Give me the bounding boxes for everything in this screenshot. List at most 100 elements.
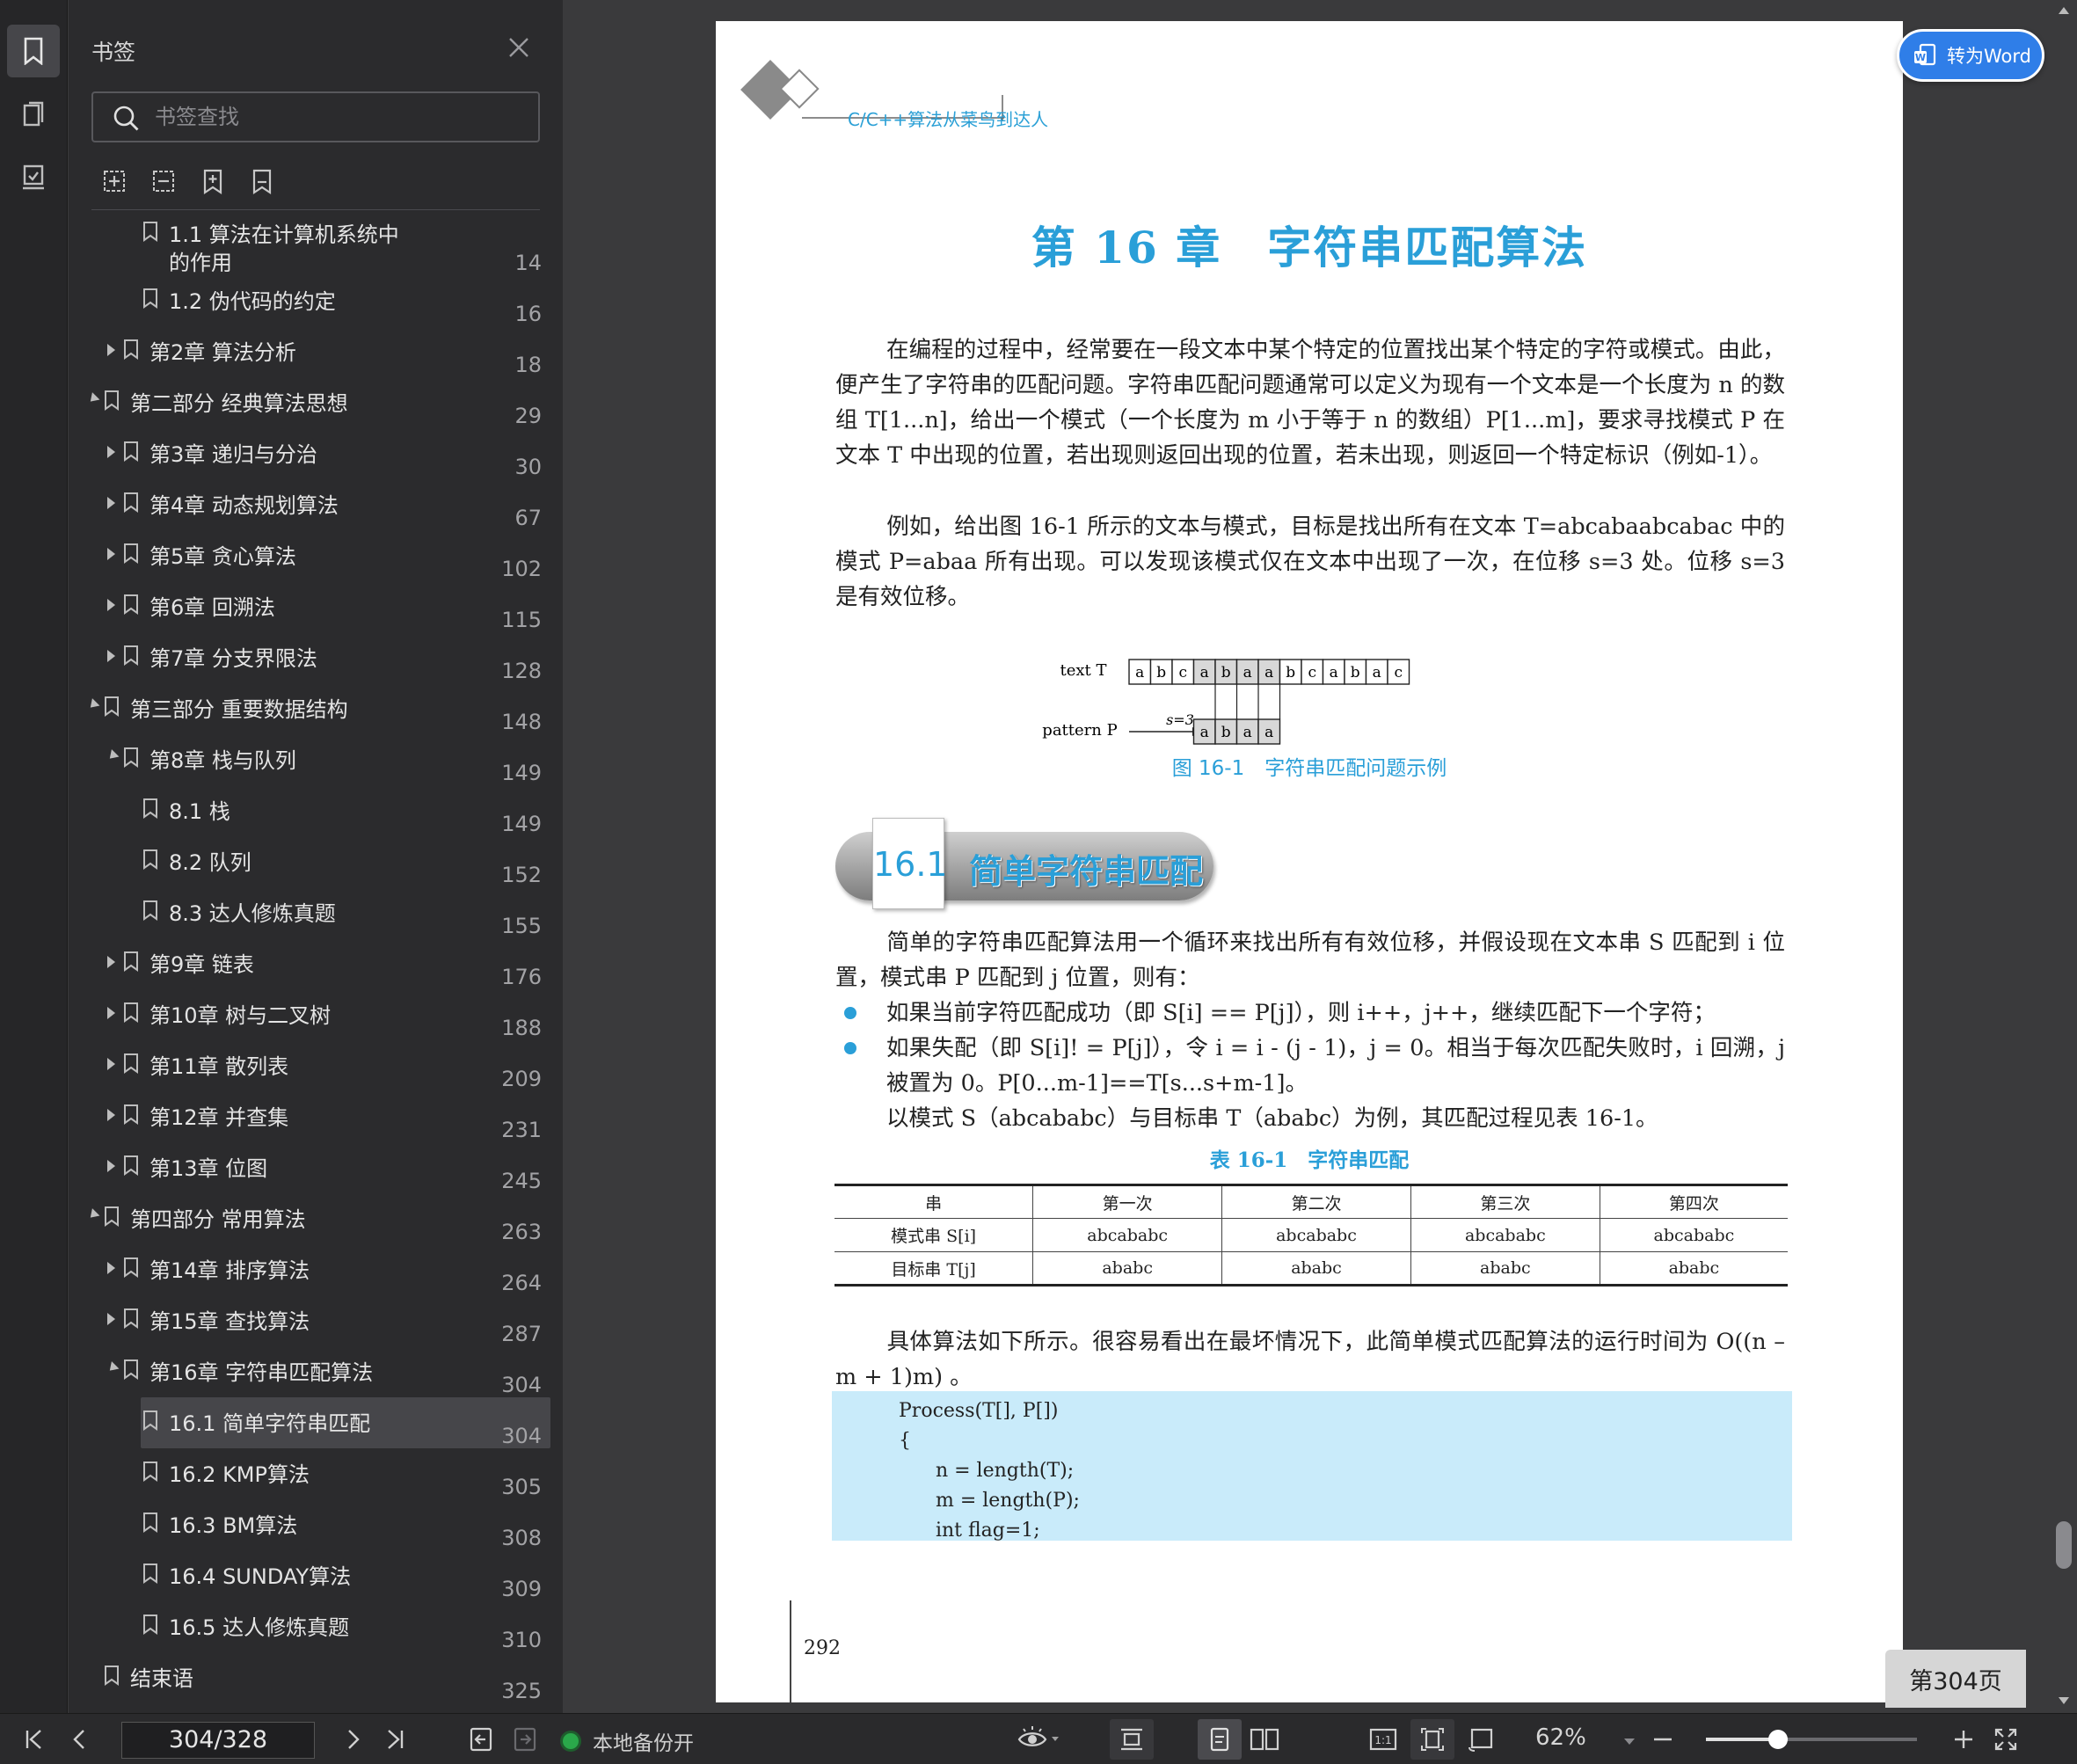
bookmark-item[interactable]: 1.1 算法在计算机系统中 的作用 14: [86, 221, 542, 275]
expand-arrow-icon[interactable]: [107, 548, 115, 560]
local-backup-toggle[interactable]: 本地备份开: [563, 1726, 694, 1756]
bookmark-icon: [104, 696, 120, 720]
bookmark-label: 第15章 查找算法: [149, 1309, 310, 1334]
bookmark-item[interactable]: 第8章 栈与队列 149: [86, 734, 542, 785]
bookmark-item[interactable]: 8.3 达人修炼真题 155: [86, 887, 542, 938]
collapse-arrow-icon[interactable]: [106, 1361, 120, 1374]
bookmark-item[interactable]: 第9章 链表 176: [86, 938, 542, 989]
zoom-in-icon[interactable]: [1952, 1728, 1975, 1754]
expand-arrow-icon[interactable]: [107, 1007, 115, 1019]
table-cell: ababc: [1032, 1251, 1222, 1286]
expand-arrow-icon[interactable]: [107, 1058, 115, 1070]
previous-page-icon[interactable]: [69, 1726, 91, 1756]
bookmark-icon: [142, 849, 158, 873]
bookmark-search-box[interactable]: [91, 91, 540, 142]
scrollbar-thumb[interactable]: [2056, 1521, 2072, 1569]
bookmark-label: 第四部分 常用算法: [130, 1207, 306, 1232]
expand-arrow-icon[interactable]: [107, 1313, 115, 1325]
bookmark-item[interactable]: 16.2 KMP算法 305: [86, 1448, 542, 1499]
bookmark-item[interactable]: 第5章 贪心算法 102: [86, 530, 542, 581]
collapse-arrow-icon[interactable]: [86, 1208, 100, 1221]
annotation-panel-icon[interactable]: [7, 151, 60, 204]
expand-arrow-icon[interactable]: [107, 956, 115, 968]
bookmark-icon: [142, 1614, 158, 1638]
actual-size-icon[interactable]: 1:1: [1368, 1726, 1398, 1756]
bookmark-page-number: 263: [501, 1220, 542, 1244]
bookmark-item[interactable]: 第11章 散列表 209: [86, 1040, 542, 1091]
bookmark-item[interactable]: 第15章 查找算法 287: [86, 1295, 542, 1346]
first-page-icon[interactable]: [23, 1726, 46, 1756]
zoom-slider[interactable]: [1706, 1730, 1917, 1749]
collapse-arrow-icon[interactable]: [86, 392, 100, 405]
document-scrollbar[interactable]: [2054, 0, 2077, 1713]
expand-all-icon[interactable]: [100, 167, 135, 202]
bookmark-item[interactable]: 16.1 简单字符串匹配 304: [86, 1397, 550, 1448]
zoom-slider-handle[interactable]: [1767, 1730, 1788, 1749]
bookmark-item[interactable]: 第2章 算法分析 18: [86, 326, 542, 377]
figure-text-label: text T: [1060, 661, 1107, 680]
collapse-arrow-icon[interactable]: [86, 698, 100, 711]
close-icon[interactable]: [505, 33, 533, 62]
bookmark-item[interactable]: 第四部分 常用算法 263: [86, 1193, 542, 1244]
fullscreen-icon[interactable]: [1993, 1726, 2019, 1756]
bookmark-item[interactable]: 第三部分 重要数据结构 148: [86, 683, 542, 734]
zoom-level[interactable]: 62%: [1535, 1724, 1586, 1751]
fit-page-button[interactable]: [1410, 1719, 1454, 1760]
expand-arrow-icon[interactable]: [107, 650, 115, 662]
match-connectors: [1214, 684, 1281, 719]
bookmark-item[interactable]: 第3章 递归与分治 30: [86, 428, 542, 479]
continuous-scroll-button[interactable]: [1110, 1719, 1154, 1760]
bookmark-item[interactable]: 16.4 SUNDAY算法 309: [86, 1550, 542, 1601]
bookmark-item[interactable]: 第10章 树与二叉树 188: [86, 989, 542, 1040]
bookmark-outline-icon[interactable]: [248, 167, 283, 202]
footer-rule: [790, 1600, 791, 1702]
expand-arrow-icon[interactable]: [107, 446, 115, 458]
bookmark-item[interactable]: 第13章 位图 245: [86, 1142, 542, 1193]
collapse-arrow-icon[interactable]: [106, 749, 120, 762]
convert-to-word-button[interactable]: W 转为Word: [1897, 29, 2044, 82]
zoom-out-icon[interactable]: [1651, 1728, 1674, 1754]
bookmark-item[interactable]: 第12章 并查集 231: [86, 1091, 542, 1142]
two-page-icon[interactable]: [1249, 1726, 1280, 1756]
bookmark-icon: [142, 221, 158, 245]
bookmark-item[interactable]: 第6章 回溯法 115: [86, 581, 542, 632]
bookmark-panel-icon[interactable]: [7, 25, 60, 77]
text-cell-char: b: [1351, 664, 1360, 682]
go-forward-icon[interactable]: [512, 1726, 538, 1756]
bookmark-item[interactable]: 第16章 字符串匹配算法 304: [86, 1346, 542, 1397]
bookmark-search-input[interactable]: [155, 102, 524, 132]
scroll-up-arrow-icon[interactable]: [2059, 7, 2069, 14]
expand-arrow-icon[interactable]: [107, 1262, 115, 1274]
next-page-icon[interactable]: [341, 1726, 364, 1756]
add-bookmark-icon[interactable]: [199, 167, 234, 202]
expand-arrow-icon[interactable]: [107, 1109, 115, 1121]
go-back-icon[interactable]: [468, 1726, 494, 1756]
section-title: 简单字符串匹配: [969, 851, 1204, 891]
last-page-icon[interactable]: [383, 1726, 406, 1756]
bookmark-item[interactable]: 第14章 排序算法 264: [86, 1244, 542, 1295]
section-paragraph-3: 具体算法如下所示。很容易看出在最坏情况下，此简单模式匹配算法的运行时间为 O((…: [835, 1329, 1785, 1390]
zoom-dropdown-icon[interactable]: [1623, 1733, 1636, 1750]
expand-arrow-icon[interactable]: [107, 599, 115, 611]
thumbnail-panel-icon[interactable]: [7, 88, 60, 141]
page-number-field[interactable]: 304/328: [121, 1722, 315, 1759]
scroll-down-arrow-icon[interactable]: [2059, 1697, 2069, 1704]
expand-arrow-icon[interactable]: [107, 1160, 115, 1172]
bookmark-item[interactable]: 8.1 栈 149: [86, 785, 542, 836]
bookmark-icon: [123, 747, 139, 771]
bookmark-item[interactable]: 16.5 达人修炼真题 310: [86, 1601, 542, 1652]
eye-protection-icon[interactable]: [1017, 1724, 1060, 1758]
bookmark-item[interactable]: 第二部分 经典算法思想 29: [86, 377, 542, 428]
bookmark-item[interactable]: 结束语 325: [86, 1652, 542, 1703]
table-cell: ababc: [1599, 1251, 1788, 1286]
bookmark-item[interactable]: 16.3 BM算法 308: [86, 1499, 542, 1550]
bookmark-item[interactable]: 1.2 伪代码的约定 16: [86, 275, 542, 326]
single-page-button[interactable]: [1198, 1719, 1242, 1760]
bookmark-item[interactable]: 8.2 队列 152: [86, 836, 542, 887]
bookmark-item[interactable]: 第7章 分支界限法 128: [86, 632, 542, 683]
expand-arrow-icon[interactable]: [107, 344, 115, 356]
bookmark-item[interactable]: 第4章 动态规划算法 67: [86, 479, 542, 530]
collapse-all-icon[interactable]: [149, 167, 185, 202]
expand-arrow-icon[interactable]: [107, 497, 115, 509]
rotate-page-icon[interactable]: [1467, 1726, 1495, 1756]
